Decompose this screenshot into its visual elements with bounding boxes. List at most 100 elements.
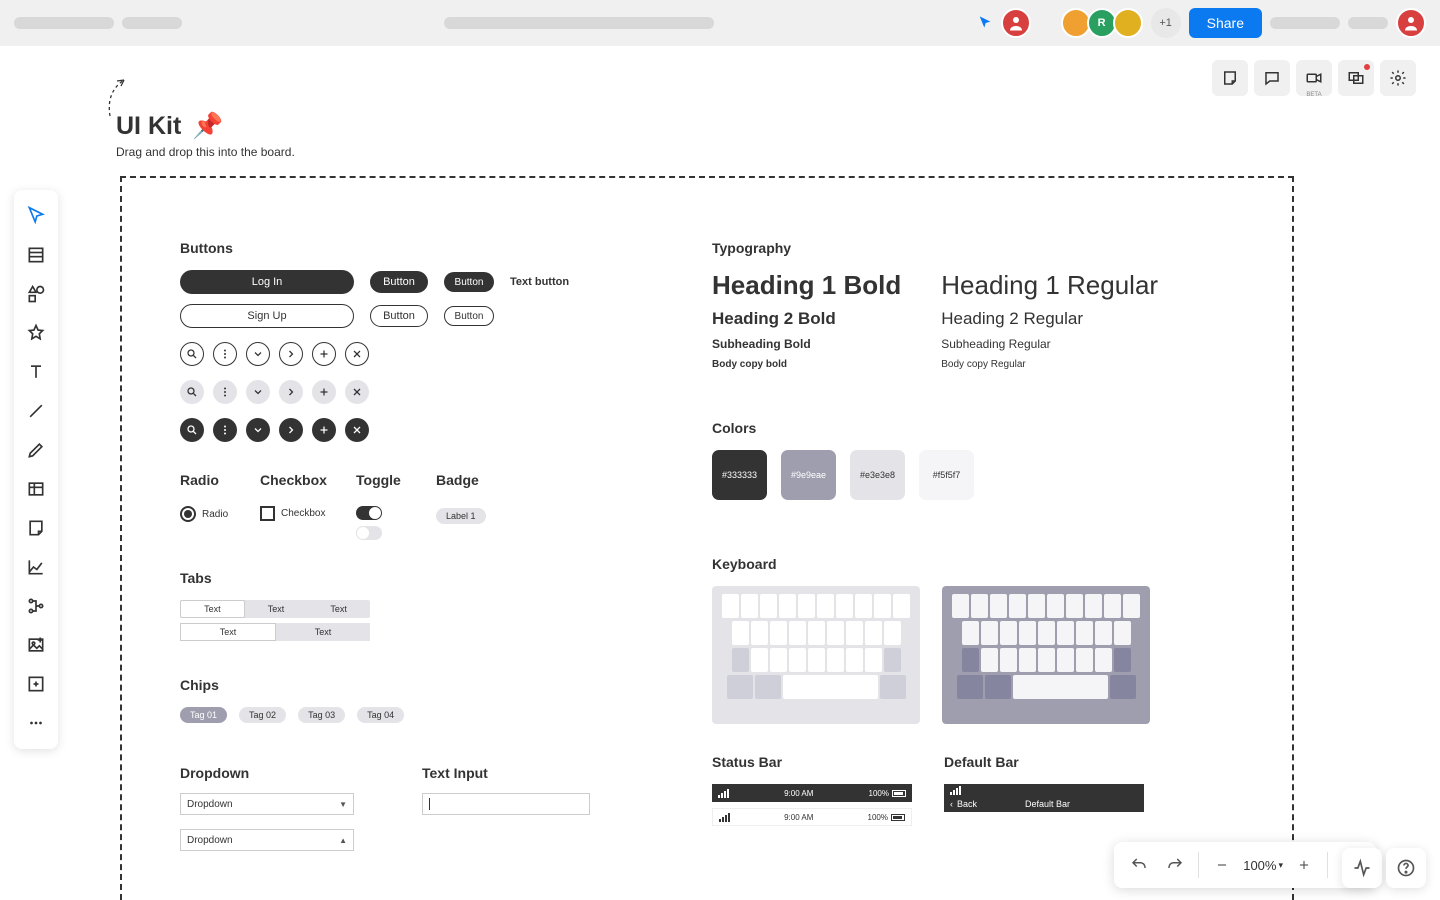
star-tool-icon[interactable] xyxy=(18,315,54,351)
search-icon[interactable] xyxy=(180,342,204,366)
avatar-overflow[interactable]: +1 xyxy=(1151,8,1181,38)
shapes-tool-icon[interactable] xyxy=(18,276,54,312)
search-icon[interactable] xyxy=(180,418,204,442)
select-tool-icon[interactable] xyxy=(18,198,54,234)
chip[interactable]: Tag 03 xyxy=(298,707,345,723)
tab[interactable]: Text xyxy=(307,600,370,618)
chevron-down-icon[interactable] xyxy=(246,418,270,442)
template-tool-icon[interactable] xyxy=(18,237,54,273)
bottom-toolbar: 100% ▾ xyxy=(1114,842,1376,888)
close-icon[interactable] xyxy=(345,342,369,366)
chevron-left-icon[interactable]: ‹ xyxy=(950,799,953,809)
login-button[interactable]: Log In xyxy=(180,270,354,294)
zoom-value[interactable]: 100% ▾ xyxy=(1243,858,1283,873)
settings-icon[interactable] xyxy=(1380,60,1416,96)
zoom-in-icon[interactable] xyxy=(1289,850,1319,880)
more-tool-icon[interactable] xyxy=(18,705,54,741)
section-title-buttons: Buttons xyxy=(180,240,680,256)
search-icon[interactable] xyxy=(180,380,204,404)
chart-tool-icon[interactable] xyxy=(18,549,54,585)
toggle-off[interactable] xyxy=(356,526,382,540)
redo-icon[interactable] xyxy=(1160,850,1190,880)
zoom-out-icon[interactable] xyxy=(1207,850,1237,880)
section-title-keyboard: Keyboard xyxy=(712,556,1272,572)
chevron-right-icon[interactable] xyxy=(279,342,303,366)
checkbox-control[interactable]: Checkbox xyxy=(260,506,356,521)
avatar[interactable] xyxy=(1113,8,1143,38)
chip[interactable]: Tag 04 xyxy=(357,707,404,723)
tab[interactable]: Text xyxy=(180,623,276,641)
color-swatch: #f5f5f7 xyxy=(919,450,974,500)
placeholder xyxy=(122,17,182,29)
video-icon[interactable]: BETA xyxy=(1296,60,1332,96)
button-dark-md[interactable]: Button xyxy=(370,271,428,293)
activity-icon[interactable] xyxy=(1342,848,1382,888)
text-tool-icon[interactable] xyxy=(18,354,54,390)
section-title-status-bar: Status Bar xyxy=(712,754,922,770)
body-regular: Body copy Regular xyxy=(941,359,1158,370)
section-title-colors: Colors xyxy=(712,420,1272,436)
chevron-down-icon[interactable] xyxy=(246,342,270,366)
comment-icon[interactable] xyxy=(1254,60,1290,96)
signup-button[interactable]: Sign Up xyxy=(180,304,354,328)
tab[interactable]: Text xyxy=(245,600,308,618)
help-icon[interactable] xyxy=(1386,848,1426,888)
placeholder xyxy=(1348,17,1388,29)
image-tool-icon[interactable] xyxy=(18,627,54,663)
body-bold: Body copy bold xyxy=(712,359,901,370)
status-time: 9:00 AM xyxy=(784,813,813,822)
tab[interactable]: Text xyxy=(180,600,245,618)
avatar[interactable] xyxy=(1001,8,1031,38)
table-tool-icon[interactable] xyxy=(18,471,54,507)
more-vert-icon[interactable] xyxy=(213,418,237,442)
subheading-regular: Subheading Regular xyxy=(941,337,1158,351)
button-dark-sm[interactable]: Button xyxy=(444,272,494,292)
toggle-on[interactable] xyxy=(356,506,382,520)
caret-up-icon: ▲ xyxy=(339,836,347,845)
plus-icon[interactable] xyxy=(312,418,336,442)
note-icon[interactable] xyxy=(1212,60,1248,96)
avatar-self[interactable] xyxy=(1396,8,1426,38)
keyboard-dark xyxy=(942,586,1150,724)
plus-icon[interactable] xyxy=(312,380,336,404)
radio-control[interactable]: Radio xyxy=(180,506,260,522)
back-label[interactable]: Back xyxy=(957,799,977,809)
chevron-right-icon[interactable] xyxy=(279,418,303,442)
battery-icon: 100% xyxy=(869,789,906,798)
placeholder xyxy=(1270,17,1340,29)
button-outline-md[interactable]: Button xyxy=(370,305,428,327)
frame-tool-icon[interactable] xyxy=(18,666,54,702)
line-tool-icon[interactable] xyxy=(18,393,54,429)
text-button[interactable]: Text button xyxy=(510,276,569,288)
color-swatch: #e3e3e8 xyxy=(850,450,905,500)
text-input[interactable] xyxy=(422,793,590,815)
tab[interactable]: Text xyxy=(276,623,370,641)
top-right-tools: BETA xyxy=(1212,60,1416,96)
more-vert-icon[interactable] xyxy=(213,380,237,404)
close-icon[interactable] xyxy=(345,418,369,442)
undo-icon[interactable] xyxy=(1124,850,1154,880)
pen-tool-icon[interactable] xyxy=(18,432,54,468)
share-button[interactable]: Share xyxy=(1189,8,1262,38)
more-vert-icon[interactable] xyxy=(213,342,237,366)
chevron-down-icon[interactable] xyxy=(246,380,270,404)
h2-bold: Heading 2 Bold xyxy=(712,309,901,329)
avatar-letter: R xyxy=(1098,17,1106,29)
page-subtitle: Drag and drop this into the board. xyxy=(116,145,295,159)
connector-tool-icon[interactable] xyxy=(18,588,54,624)
placeholder xyxy=(14,17,114,29)
sticky-tool-icon[interactable] xyxy=(18,510,54,546)
dropdown-closed[interactable]: Dropdown▼ xyxy=(180,793,354,815)
close-icon[interactable] xyxy=(345,380,369,404)
dropdown-open[interactable]: Dropdown▲ xyxy=(180,829,354,851)
pin-icon: 📌 xyxy=(192,112,223,141)
plus-icon[interactable] xyxy=(312,342,336,366)
section-title-checkbox: Checkbox xyxy=(260,472,356,488)
present-icon[interactable] xyxy=(1338,60,1374,96)
chip[interactable]: Tag 01 xyxy=(180,707,227,723)
chip[interactable]: Tag 02 xyxy=(239,707,286,723)
button-outline-sm[interactable]: Button xyxy=(444,306,494,326)
color-swatch: #9e9eae xyxy=(781,450,836,500)
section-title-chips: Chips xyxy=(180,677,680,693)
chevron-right-icon[interactable] xyxy=(279,380,303,404)
